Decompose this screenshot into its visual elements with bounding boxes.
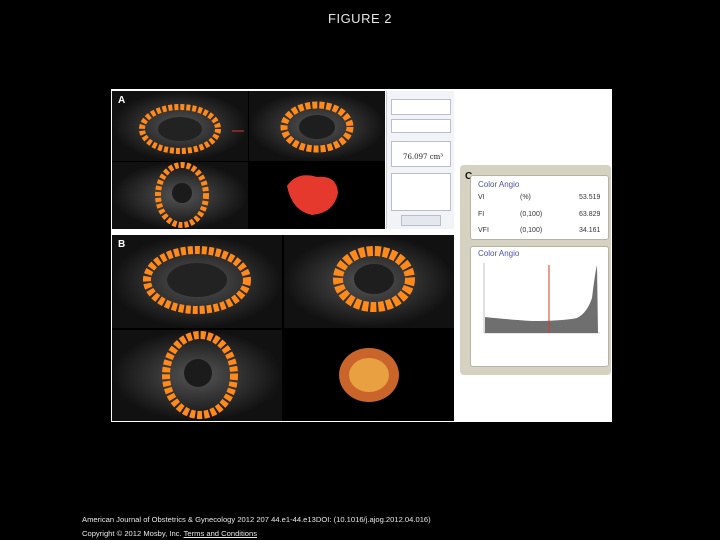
panel-a: A [112,91,385,229]
citation-text: American Journal of Obstetrics & Gynecol… [82,515,431,524]
panel-b: B [112,235,454,421]
volume-sidebar: 76.097 cm³ [386,91,454,229]
index-value: 63.829 [579,211,601,218]
terms-link[interactable]: Terms and Conditions [184,529,257,538]
index-value: 34.161 [579,227,601,234]
sidebar-tabs [391,99,451,115]
copyright-line: Copyright © 2012 Mosby, Inc. Terms and C… [82,529,257,538]
index-row-vi: VI (%) 53.519 [478,194,606,206]
histogram-title: Color Angio [478,249,520,258]
panel-a-ultrasound [112,91,385,229]
panel-b-label: B [118,239,126,250]
figure-image: A 76.097 cm³ B C Color Angio VI (%) 53.5… [111,89,612,422]
volume-value: 76.097 cm³ [403,153,444,161]
histogram-plot [483,263,600,334]
panel-b-ultrasound [112,235,454,421]
figure-title: FIGURE 2 [328,11,392,26]
sidebar-slider [391,119,451,133]
panel-c: C Color Angio VI (%) 53.519 FI (0,100) 6… [460,165,611,375]
index-name: VI [478,194,485,201]
index-row-vfi: VFI (0,100) 34.161 [478,227,606,239]
index-range: (%) [520,194,531,201]
color-angio-title: Color Angio [478,180,520,189]
index-row-fi: FI (0,100) 63.829 [478,211,606,223]
sidebar-options [391,173,451,211]
copyright-text: Copyright © 2012 Mosby, Inc. [82,529,182,538]
index-value: 53.519 [579,194,601,201]
index-name: FI [478,211,485,218]
index-name: VFI [478,227,489,234]
index-range: (0,100) [520,227,543,234]
sidebar-button [401,215,441,226]
index-range: (0,100) [520,211,543,218]
panel-a-label: A [118,95,126,106]
